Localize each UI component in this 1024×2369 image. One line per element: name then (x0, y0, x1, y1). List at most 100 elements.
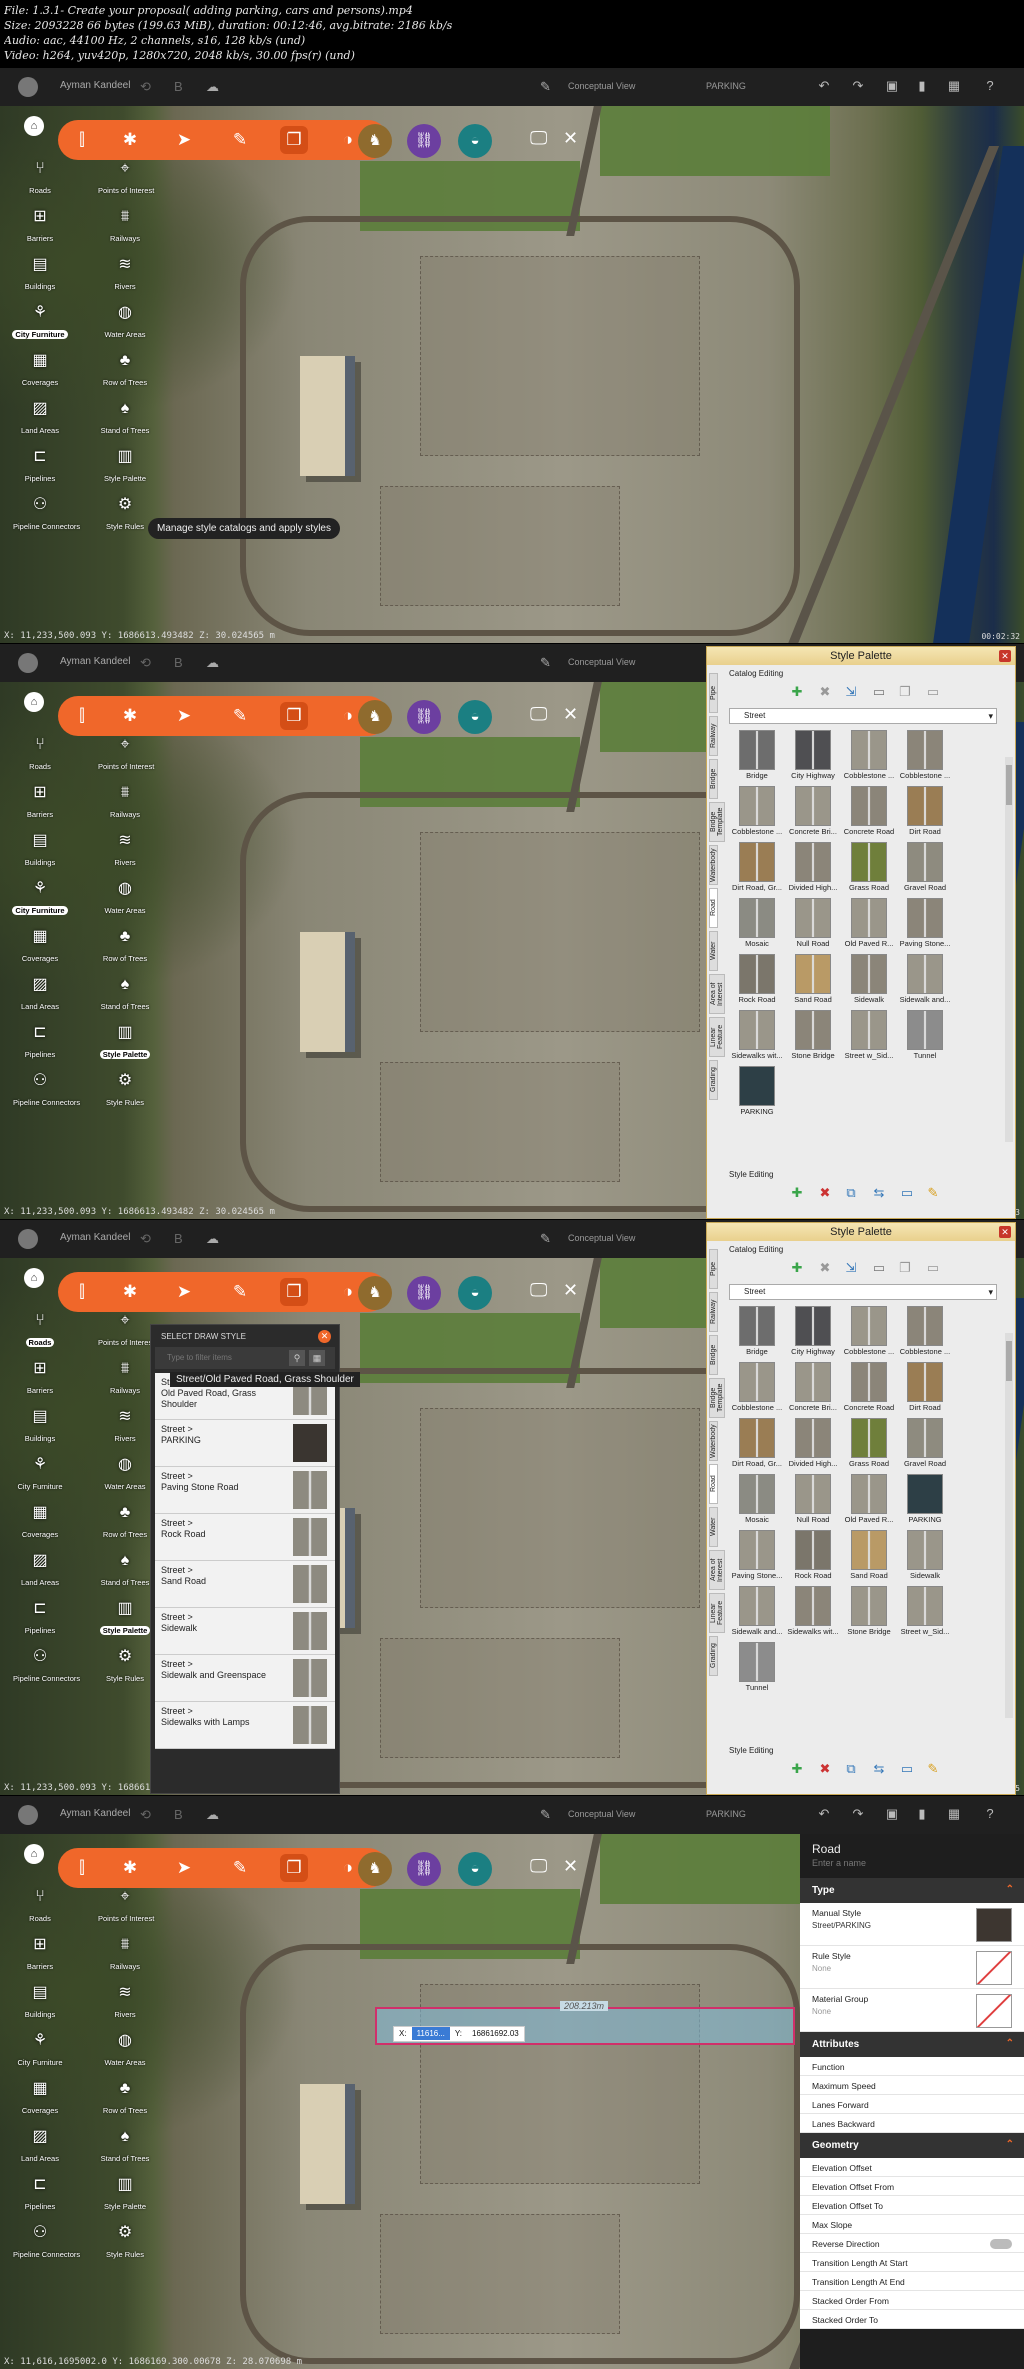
grid-icon[interactable]: ▦ (946, 1806, 962, 1822)
rivers-button[interactable]: ≋ Rivers (95, 1406, 155, 1446)
style-swatch[interactable]: Null Road (785, 896, 841, 952)
tools-icon[interactable]: ✕ (563, 704, 578, 725)
coverages-button[interactable]: ▦ Coverages (10, 1502, 70, 1542)
buildings-button[interactable]: ▤ Buildings (10, 1406, 70, 1446)
duplicate-icon[interactable]: ⧉ (843, 1761, 859, 1777)
buildings-button[interactable]: ▤ Buildings (10, 254, 70, 294)
cloud-icon[interactable]: ☁ (206, 79, 219, 95)
add-style-icon[interactable]: ✚ (789, 1185, 805, 1201)
select-pointer-icon[interactable]: ➤ (170, 126, 198, 154)
list-item[interactable]: Street > Paving Stone Road (155, 1467, 335, 1514)
style-swatch[interactable]: Street w_Sid... (841, 1008, 897, 1064)
style-swatch[interactable]: Stone Bridge (841, 1584, 897, 1640)
style-swatch[interactable]: Grass Road (841, 1416, 897, 1472)
avatar[interactable] (18, 1805, 38, 1825)
duplicate-icon[interactable]: ⧉ (843, 1185, 859, 1201)
row-of-trees-button[interactable]: ♣ Row of Trees (95, 350, 155, 390)
view-icon[interactable]: ✎ (540, 1231, 551, 1247)
wildlife-icon[interactable]: ♞ (358, 1852, 392, 1886)
draw-pencil-icon[interactable]: ✎ (226, 1278, 254, 1306)
style-swatch[interactable]: Sidewalk and... (897, 952, 953, 1008)
palette-tab[interactable]: Water (709, 931, 718, 971)
draw-pencil-icon[interactable]: ✎ (226, 1854, 254, 1882)
cloud-icon[interactable]: ☁ (206, 1231, 219, 1247)
bookmark-icon[interactable]: B (174, 79, 183, 94)
geometry-row[interactable]: Stacked Order From (800, 2291, 1024, 2310)
railways-button[interactable]: ⩩ Railways (95, 1934, 155, 1974)
style-rules-button[interactable]: ⚙ Style Rules (95, 1070, 155, 1110)
analysis-icon[interactable]: ◒ (458, 124, 492, 158)
y-value[interactable]: 16861692.03 (467, 2027, 524, 2040)
filter-icon[interactable]: ⚲ (289, 1350, 305, 1366)
style-swatch[interactable]: Concrete Road (841, 784, 897, 840)
style-swatch[interactable]: Rock Road (729, 952, 785, 1008)
reverse-direction-toggle[interactable] (990, 2239, 1012, 2249)
buildings-button[interactable]: ▤ Buildings (10, 830, 70, 870)
undo-icon[interactable]: ⟲ (140, 1231, 151, 1247)
view-mode-label[interactable]: Conceptual View (568, 1233, 635, 1243)
style-swatch[interactable]: Null Road (785, 1472, 841, 1528)
analysis-icon[interactable]: ◒ (458, 700, 492, 734)
style-swatch[interactable]: Bridge (729, 1304, 785, 1360)
water-areas-button[interactable]: ◍ Water Areas (95, 2030, 155, 2070)
undo-icon[interactable]: ⟲ (140, 655, 151, 671)
style-swatch[interactable]: Cobblestone ... (897, 728, 953, 784)
filter-input[interactable] (155, 1347, 285, 1368)
style-swatch[interactable]: City Highway (785, 728, 841, 784)
barriers-button[interactable]: ⊞ Barriers (10, 206, 70, 246)
add-icon[interactable]: ✚ (789, 1260, 805, 1276)
style-swatch[interactable]: Sidewalks wit... (785, 1584, 841, 1640)
rename-icon[interactable]: ▭ (899, 1761, 915, 1777)
land-areas-button[interactable]: ▨ Land Areas (10, 974, 70, 1014)
network-icon[interactable]: ⛓ (407, 1276, 441, 1310)
undo-icon[interactable]: ⟲ (140, 1807, 151, 1823)
palette-scrollbar[interactable] (1005, 757, 1013, 1142)
network-icon[interactable]: ⛓ (407, 1852, 441, 1886)
stand-of-trees-button[interactable]: ♠ Stand of Trees (95, 2126, 155, 2166)
x-value[interactable]: 11616... (411, 2027, 450, 2040)
barriers-button[interactable]: ⊞ Barriers (10, 1358, 70, 1398)
gear-icon[interactable]: ✱ (116, 1854, 144, 1882)
style-swatch[interactable]: Old Paved R... (841, 896, 897, 952)
copy-icon[interactable]: ❐ (897, 684, 913, 700)
style-swatch[interactable]: Gravel Road (897, 840, 953, 896)
coverages-button[interactable]: ▦ Coverages (10, 350, 70, 390)
delete-icon[interactable]: ✖ (817, 1260, 833, 1276)
palette-tab[interactable]: Bridge (709, 1335, 718, 1375)
road-name-input[interactable]: Enter a name (800, 1856, 1024, 1878)
pipelines-button[interactable]: ⊏ Pipelines (10, 1022, 70, 1062)
style-palette-button[interactable]: ▥ Style Palette (95, 1598, 155, 1638)
attribute-row[interactable]: Function (800, 2057, 1024, 2076)
pipeline-connectors-button[interactable]: ⚇ Pipeline Connectors (10, 1070, 80, 1110)
analysis-icon[interactable]: ◒ (458, 1852, 492, 1886)
select-pointer-icon[interactable]: ➤ (170, 1854, 198, 1882)
palette-tab[interactable]: Road (709, 888, 718, 928)
material-group-row[interactable]: Material Group None (800, 1989, 1024, 2032)
barriers-button[interactable]: ⊞ Barriers (10, 782, 70, 822)
gear-icon[interactable]: ✱ (116, 702, 144, 730)
style-swatch[interactable]: Sidewalk (897, 1528, 953, 1584)
style-thumbnail[interactable] (976, 1908, 1012, 1942)
cloud-icon[interactable]: ☁ (206, 1807, 219, 1823)
tools-icon[interactable]: ✕ (563, 128, 578, 149)
attributes-header[interactable]: Attributes (800, 2032, 1024, 2057)
geometry-row[interactable]: Stacked Order To (800, 2310, 1024, 2329)
style-swatch[interactable]: Sidewalks wit... (729, 1008, 785, 1064)
home-icon[interactable]: ⌂ (24, 116, 44, 136)
view-icon[interactable]: ✎ (540, 655, 551, 671)
screen-icon[interactable]: 🖵 (530, 704, 547, 725)
palette-tab[interactable]: Grading (709, 1636, 718, 1676)
roads-button[interactable]: ⑂ Roads (10, 158, 70, 198)
style-swatch[interactable]: Street w_Sid... (897, 1584, 953, 1640)
style-swatch[interactable]: Dirt Road (897, 784, 953, 840)
style-swatch[interactable]: Grass Road (841, 840, 897, 896)
layers-icon[interactable]: ▮ (914, 1806, 930, 1822)
list-item[interactable]: Street > Rock Road (155, 1514, 335, 1561)
view-icon[interactable]: ▭ (925, 1260, 941, 1276)
style-swatch[interactable]: Dirt Road, Gr... (729, 840, 785, 896)
list-item[interactable]: Street > Sidewalk and Greenspace (155, 1655, 335, 1702)
palette-tab[interactable]: Waterbody (709, 1421, 718, 1461)
close-icon[interactable]: ✕ (999, 1226, 1011, 1238)
help-icon[interactable]: ? (982, 78, 998, 94)
style-swatch[interactable]: Mosaic (729, 1472, 785, 1528)
